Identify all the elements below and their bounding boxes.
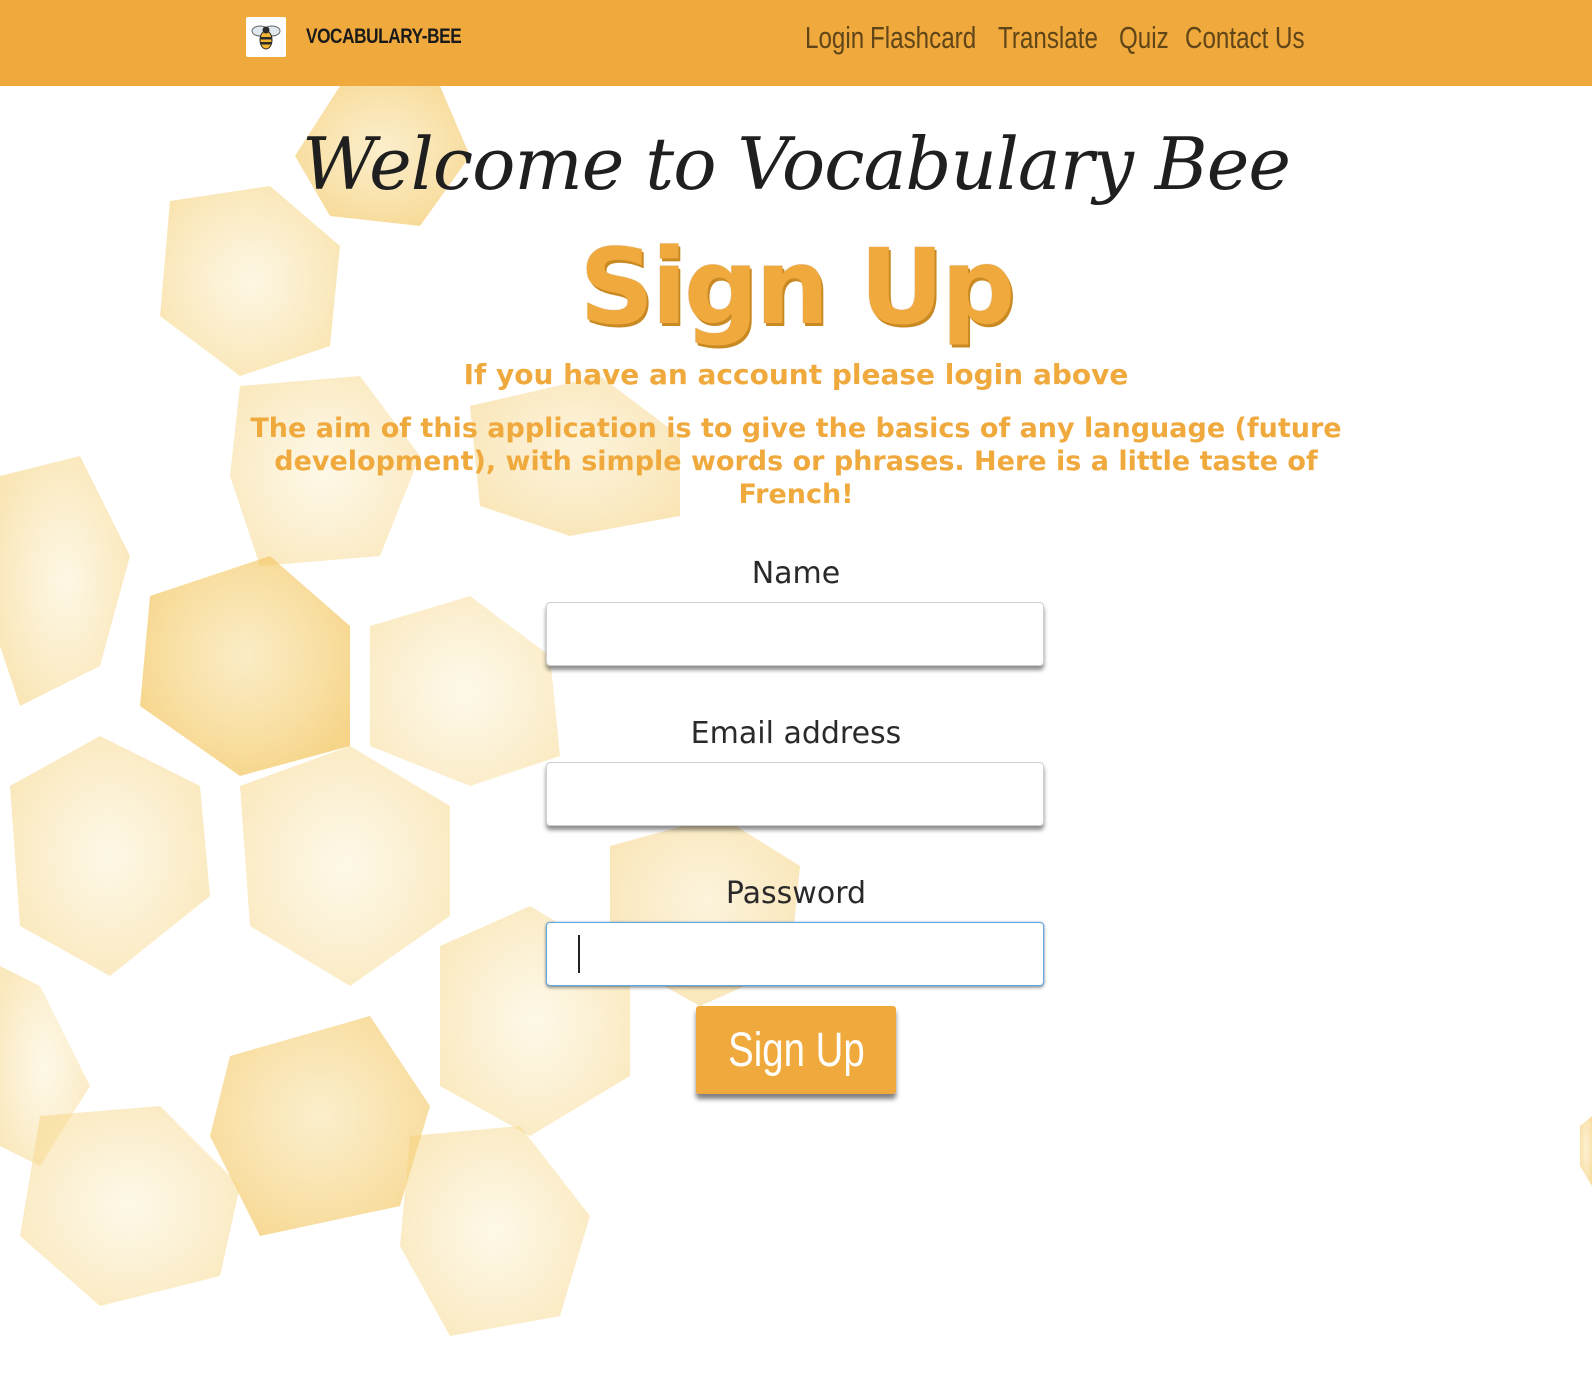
- email-label: Email address: [690, 716, 902, 751]
- signup-form: Name Email address Password Sign Up: [546, 552, 1046, 1094]
- page: VOCABULARY-BEE Login Flashcard Translate…: [0, 0, 1592, 1400]
- welcome-heading: Welcome to Vocabulary Bee: [302, 122, 1291, 206]
- nav-login-link[interactable]: Login: [805, 20, 864, 56]
- login-hint: If you have an account please login abov…: [463, 358, 1129, 391]
- signup-button[interactable]: Sign Up: [696, 1006, 896, 1094]
- email-input[interactable]: [546, 762, 1044, 826]
- nav-flashcard-link[interactable]: Flashcard: [870, 20, 976, 56]
- navbar: VOCABULARY-BEE Login Flashcard Translate…: [0, 0, 1592, 86]
- nav-translate-link[interactable]: Translate: [998, 20, 1098, 56]
- text-caret: [578, 935, 580, 973]
- email-field-group: Email address: [546, 712, 1046, 826]
- nav-contact-link[interactable]: Contact Us: [1185, 20, 1305, 56]
- app-description: The aim of this application is to give t…: [250, 413, 1342, 510]
- password-field-group: Password: [546, 872, 1046, 986]
- name-input[interactable]: [546, 602, 1044, 666]
- brand[interactable]: VOCABULARY-BEE: [246, 17, 495, 57]
- password-label: Password: [725, 876, 867, 911]
- brand-name[interactable]: VOCABULARY-BEE: [306, 25, 462, 49]
- nav-quiz-link[interactable]: Quiz: [1119, 20, 1169, 56]
- bee-icon[interactable]: [246, 17, 286, 57]
- name-label: Name: [751, 556, 841, 591]
- nav-links: Login Flashcard Translate Quiz Contact U…: [805, 20, 1315, 56]
- signup-button-label: Sign Up: [727, 1023, 865, 1077]
- name-field-group: Name: [546, 552, 1046, 666]
- password-input[interactable]: [546, 922, 1044, 986]
- page-title: Sign Up: [579, 226, 1015, 348]
